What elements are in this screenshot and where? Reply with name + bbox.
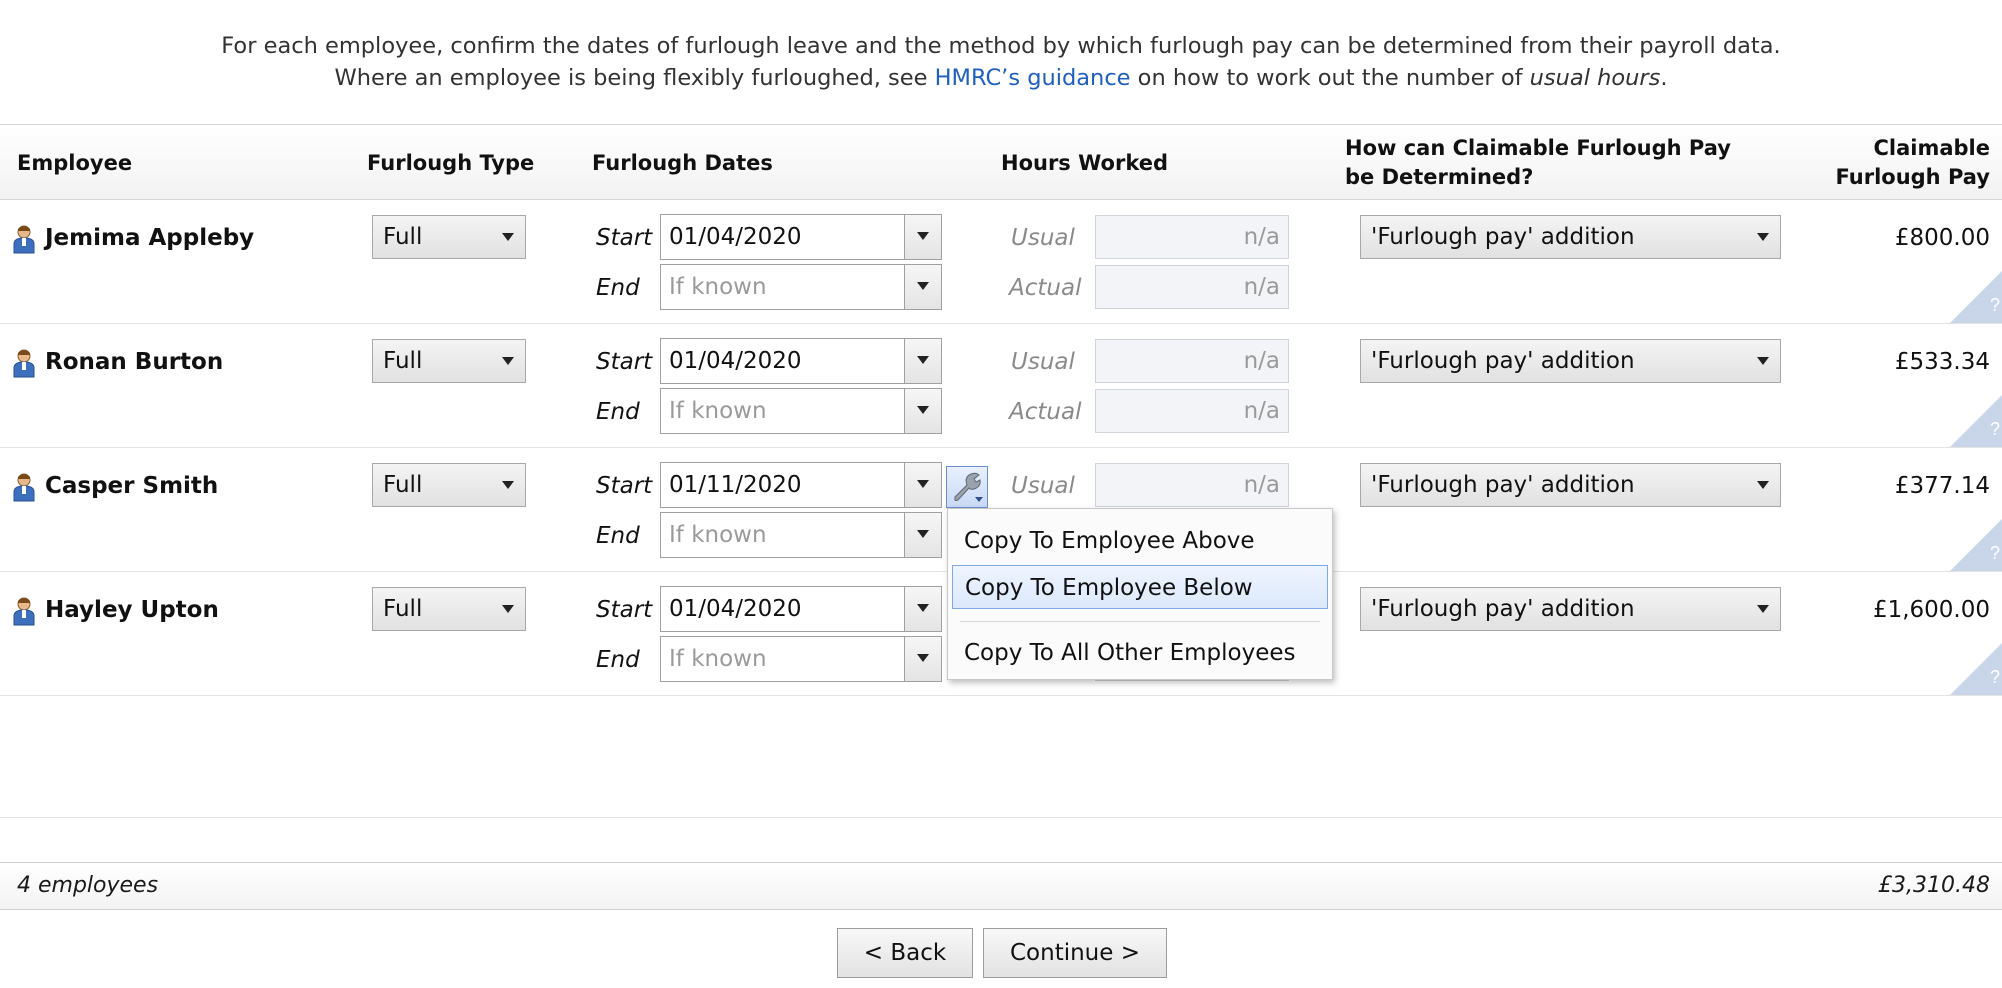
total-amount: £3,310.48 xyxy=(1878,873,1990,898)
start-date-field[interactable]: 01/04/2020 xyxy=(660,214,942,260)
calendar-dropdown-button[interactable] xyxy=(904,339,941,383)
start-date-field[interactable]: 01/04/2020 xyxy=(660,338,942,384)
chevron-down-icon xyxy=(491,340,525,382)
start-label: Start xyxy=(596,349,653,375)
chevron-down-icon xyxy=(491,464,525,506)
svg-text:?: ? xyxy=(1990,667,2000,687)
table-footer: 4 employees £3,310.48 xyxy=(0,862,2002,910)
col-employee: Employee xyxy=(17,151,133,175)
help-corner-icon[interactable]: ? xyxy=(1950,519,2002,571)
furlough-type-select[interactable]: Full xyxy=(372,463,526,507)
calendar-dropdown-button[interactable] xyxy=(904,463,941,507)
help-corner-icon[interactable]: ? xyxy=(1950,643,2002,695)
claimable-amount: £1,600.00 xyxy=(1872,597,1990,623)
employee-row: Ronan Burton Full Start 01/04/2020 End I… xyxy=(0,323,2002,448)
col-how-determined: How can Claimable Furlough Pay be Determ… xyxy=(1345,136,1731,189)
continue-button[interactable]: Continue > xyxy=(983,928,1167,978)
actual-hours-field[interactable]: n/a xyxy=(1095,265,1289,309)
person-icon xyxy=(13,349,35,378)
table-header: Employee Furlough Type Furlough Dates Ho… xyxy=(0,124,2002,200)
actual-label: Actual xyxy=(1009,275,1082,301)
claimable-amount: £533.34 xyxy=(1894,349,1990,375)
menu-copy-to-all-employees[interactable]: Copy To All Other Employees xyxy=(952,631,1328,675)
svg-text:?: ? xyxy=(1990,295,2000,315)
copy-dates-tool-button[interactable] xyxy=(946,466,988,508)
employee-name: Jemima Appleby xyxy=(45,225,255,251)
start-date-field[interactable]: 01/11/2020 xyxy=(660,462,942,508)
pay-method-select[interactable]: 'Furlough pay' addition xyxy=(1360,215,1781,259)
svg-text:?: ? xyxy=(1990,419,2000,439)
copy-context-menu: Copy To Employee Above Copy To Employee … xyxy=(947,508,1333,680)
start-date-field[interactable]: 01/04/2020 xyxy=(660,586,942,632)
pay-method-select[interactable]: 'Furlough pay' addition xyxy=(1360,587,1781,631)
employee-name: Ronan Burton xyxy=(45,349,224,375)
person-icon xyxy=(13,225,35,254)
chevron-down-icon xyxy=(1746,588,1780,630)
chevron-down-icon xyxy=(1746,464,1780,506)
calendar-dropdown-button[interactable] xyxy=(904,265,941,309)
start-label: Start xyxy=(596,473,653,499)
end-date-field[interactable]: If known xyxy=(660,388,942,434)
usual-hours-field[interactable]: n/a xyxy=(1095,215,1289,259)
help-corner-icon[interactable]: ? xyxy=(1950,395,2002,447)
back-button[interactable]: < Back xyxy=(837,928,973,978)
end-label: End xyxy=(596,399,640,425)
wrench-icon xyxy=(954,472,983,502)
person-icon xyxy=(13,597,35,626)
start-label: Start xyxy=(596,597,653,623)
end-label: End xyxy=(596,647,640,673)
calendar-dropdown-button[interactable] xyxy=(904,587,941,631)
employee-row: Jemima Appleby Full Start 01/04/2020 End… xyxy=(0,199,2002,324)
calendar-dropdown-button[interactable] xyxy=(904,513,941,557)
claimable-amount: £800.00 xyxy=(1894,225,1990,251)
intro-text: For each employee, confirm the dates of … xyxy=(0,30,2002,94)
table-divider xyxy=(0,817,2002,818)
chevron-down-icon xyxy=(1746,340,1780,382)
employee-name: Casper Smith xyxy=(45,473,219,499)
svg-text:?: ? xyxy=(1990,543,2000,563)
claimable-amount: £377.14 xyxy=(1894,473,1990,499)
calendar-dropdown-button[interactable] xyxy=(904,389,941,433)
col-claimable: Claimable Furlough Pay xyxy=(1835,136,1990,189)
actual-label: Actual xyxy=(1009,399,1082,425)
intro-line-1: For each employee, confirm the dates of … xyxy=(221,33,1781,59)
menu-divider xyxy=(960,621,1320,622)
usual-label: Usual xyxy=(1011,225,1075,251)
end-date-field[interactable]: If known xyxy=(660,512,942,558)
menu-copy-to-employee-below[interactable]: Copy To Employee Below xyxy=(952,565,1328,609)
col-furlough-dates: Furlough Dates xyxy=(592,151,773,175)
actual-hours-field[interactable]: n/a xyxy=(1095,389,1289,433)
pay-method-select[interactable]: 'Furlough pay' addition xyxy=(1360,339,1781,383)
usual-label: Usual xyxy=(1011,349,1075,375)
col-furlough-type: Furlough Type xyxy=(367,151,535,175)
furlough-type-select[interactable]: Full xyxy=(372,339,526,383)
chevron-down-icon xyxy=(491,216,525,258)
pay-method-select[interactable]: 'Furlough pay' addition xyxy=(1360,463,1781,507)
employee-name: Hayley Upton xyxy=(45,597,219,623)
chevron-down-icon xyxy=(491,588,525,630)
chevron-down-icon xyxy=(1746,216,1780,258)
furlough-type-select[interactable]: Full xyxy=(372,215,526,259)
calendar-dropdown-button[interactable] xyxy=(904,215,941,259)
menu-copy-to-employee-above[interactable]: Copy To Employee Above xyxy=(952,519,1328,563)
intro-line-2: Where an employee is being flexibly furl… xyxy=(334,65,1668,91)
help-corner-icon[interactable]: ? xyxy=(1950,271,2002,323)
col-hours-worked: Hours Worked xyxy=(1001,151,1168,175)
end-label: End xyxy=(596,275,640,301)
hmrc-guidance-link[interactable]: HMRC’s guidance xyxy=(935,65,1131,91)
employee-count: 4 employees xyxy=(17,873,159,898)
usual-hours-field[interactable]: n/a xyxy=(1095,339,1289,383)
furlough-type-select[interactable]: Full xyxy=(372,587,526,631)
end-date-field[interactable]: If known xyxy=(660,264,942,310)
end-date-field[interactable]: If known xyxy=(660,636,942,682)
person-icon xyxy=(13,473,35,502)
end-label: End xyxy=(596,523,640,549)
usual-hours-field[interactable]: n/a xyxy=(1095,463,1289,507)
start-label: Start xyxy=(596,225,653,251)
usual-label: Usual xyxy=(1011,473,1075,499)
calendar-dropdown-button[interactable] xyxy=(904,637,941,681)
